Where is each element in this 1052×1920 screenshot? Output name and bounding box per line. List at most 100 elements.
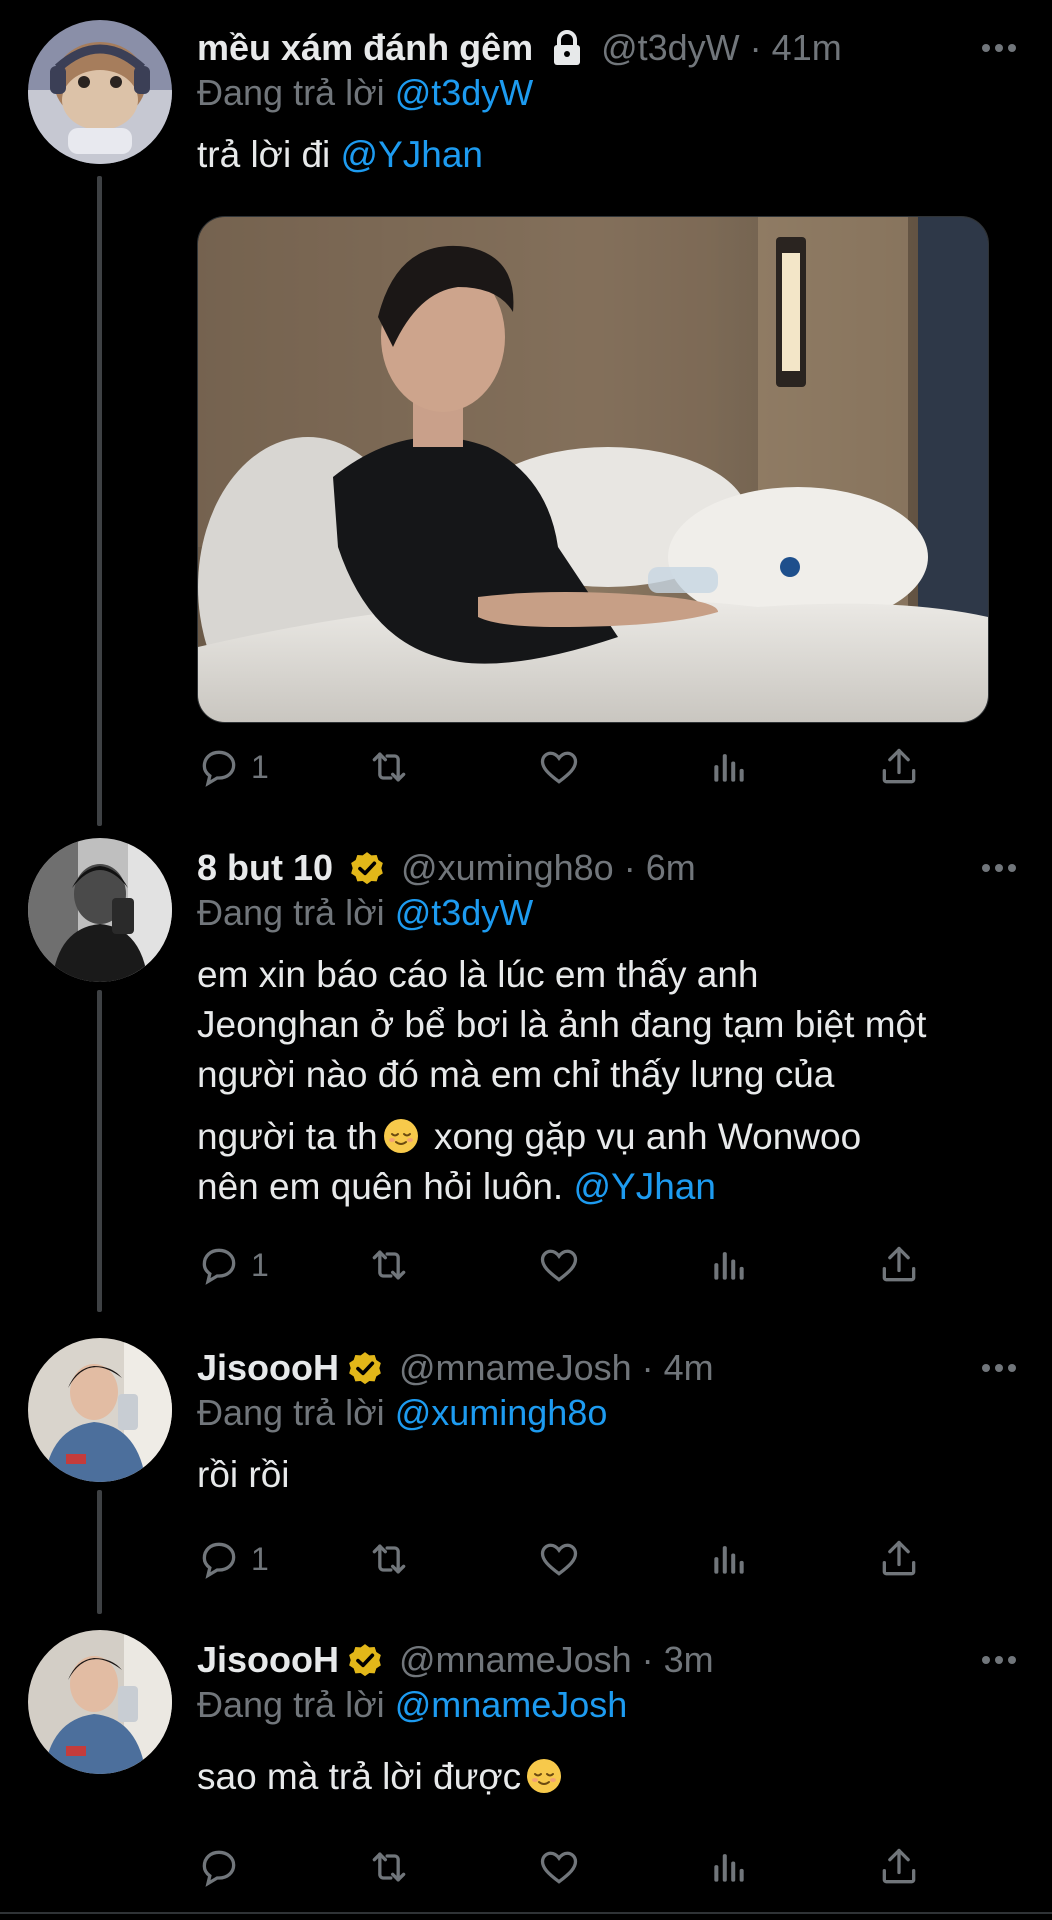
views-button[interactable]: [707, 742, 751, 792]
reply-button[interactable]: [197, 1842, 251, 1892]
avatar[interactable]: [28, 1338, 172, 1482]
user-handle[interactable]: @xumingh8o: [401, 844, 614, 892]
tweet[interactable]: mều xám đánh gêm @t3dyW · 41m Đang trả l…: [0, 0, 1052, 820]
retweet-button[interactable]: [367, 742, 411, 792]
reply-button[interactable]: 1: [197, 742, 269, 792]
tweet-actions: 1: [197, 1240, 927, 1290]
avatar[interactable]: [28, 1630, 172, 1774]
tweet-text: rồi rồi: [197, 1450, 1022, 1500]
tweet-text-segment: nên em quên hỏi luôn.: [197, 1166, 564, 1207]
retweet-icon: [372, 1544, 406, 1574]
verified-gold-icon: [347, 848, 387, 888]
like-button[interactable]: [537, 1240, 581, 1290]
replying-to: Đang trả lời @t3dyW: [197, 70, 1022, 116]
tweet-text-content: sao mà trả lời được: [197, 1756, 522, 1797]
replying-to-label: Đang trả lời: [197, 72, 385, 113]
timestamp[interactable]: 6m: [646, 844, 696, 892]
tweet[interactable]: JisoooH @mnameJosh · 3m Đang trả lời @mn…: [0, 1612, 1052, 1920]
separator: ·: [749, 27, 762, 68]
replying-to-label: Đang trả lời: [197, 892, 385, 933]
more-options-icon[interactable]: [976, 1636, 1022, 1684]
views-button[interactable]: [707, 1842, 751, 1892]
display-name[interactable]: 8 but 10: [197, 844, 333, 892]
tweet-header: JisoooH @mnameJosh · 3m: [197, 1636, 1022, 1684]
like-button[interactable]: [537, 1842, 581, 1892]
divider: [0, 1912, 1052, 1914]
tweet-photo[interactable]: [197, 216, 989, 723]
like-icon: [540, 1249, 578, 1282]
lock-icon: [547, 28, 587, 68]
views-icon: [714, 1252, 744, 1280]
tweet-text-segment: người ta th: [197, 1116, 378, 1157]
timestamp[interactable]: 41m: [772, 24, 842, 72]
like-icon: [540, 1543, 578, 1576]
share-icon: [882, 1246, 916, 1282]
verified-gold-icon: [345, 1640, 385, 1680]
user-handle[interactable]: @mnameJosh: [399, 1636, 632, 1684]
replying-to-label: Đang trả lời: [197, 1684, 385, 1725]
replying-to-mention[interactable]: @xumingh8o: [395, 1392, 608, 1433]
views-icon: [714, 1854, 744, 1882]
tweet-actions: [197, 1842, 927, 1892]
reply-button[interactable]: 1: [197, 1240, 269, 1290]
replying-to-label: Đang trả lời: [197, 1392, 385, 1433]
relieved-face-emoji-icon: [382, 1117, 420, 1155]
retweet-icon: [372, 752, 406, 782]
relieved-face-emoji-icon: [525, 1757, 563, 1795]
reply-icon: [202, 1248, 236, 1285]
user-handle[interactable]: @t3dyW: [601, 24, 740, 72]
like-icon: [540, 751, 578, 784]
replying-to-mention[interactable]: @t3dyW: [395, 892, 534, 933]
display-name[interactable]: mều xám đánh gêm: [197, 24, 533, 72]
share-button[interactable]: [877, 1842, 921, 1892]
share-button[interactable]: [877, 1534, 921, 1584]
verified-gold-icon: [345, 1348, 385, 1388]
share-icon: [882, 1540, 916, 1576]
replying-to: Đang trả lời @mnameJosh: [197, 1682, 1022, 1728]
views-icon: [714, 754, 744, 782]
tweet-header: JisoooH @mnameJosh · 4m: [197, 1344, 1022, 1392]
share-button[interactable]: [877, 1240, 921, 1290]
reply-icon: [202, 1542, 236, 1579]
display-name[interactable]: JisoooH: [197, 1636, 339, 1684]
more-options-icon[interactable]: [976, 844, 1022, 892]
like-button[interactable]: [537, 742, 581, 792]
reply-icon: [202, 750, 236, 787]
retweet-icon: [372, 1852, 406, 1882]
separator: ·: [623, 847, 636, 888]
tweet-text-content: trả lời đi: [197, 134, 331, 175]
tweet-text-line: Jeonghan ở bể bơi là ảnh đang tạm biệt m…: [197, 1004, 927, 1045]
retweet-button[interactable]: [367, 1534, 411, 1584]
tweet-actions: 1: [197, 742, 927, 792]
replying-to-mention[interactable]: @mnameJosh: [395, 1684, 628, 1725]
mention-link[interactable]: @YJhan: [573, 1166, 715, 1207]
reply-button[interactable]: 1: [197, 1534, 269, 1584]
retweet-button[interactable]: [367, 1842, 411, 1892]
reply-count: 1: [251, 1246, 269, 1283]
replying-to: Đang trả lời @t3dyW: [197, 890, 1022, 936]
tweet[interactable]: JisoooH @mnameJosh · 4m Đang trả lời @xu…: [0, 1320, 1052, 1620]
replying-to-mention[interactable]: @t3dyW: [395, 72, 534, 113]
timestamp[interactable]: 4m: [664, 1344, 714, 1392]
tweet[interactable]: 8 but 10 @xumingh8o · 6m Đang trả lời @t…: [0, 820, 1052, 1320]
share-icon: [882, 1848, 916, 1884]
retweet-button[interactable]: [367, 1240, 411, 1290]
tweet-header: 8 but 10 @xumingh8o · 6m: [197, 844, 1022, 892]
views-button[interactable]: [707, 1534, 751, 1584]
display-name[interactable]: JisoooH: [197, 1344, 339, 1392]
timestamp[interactable]: 3m: [664, 1636, 714, 1684]
like-button[interactable]: [537, 1534, 581, 1584]
separator: ·: [641, 1639, 654, 1680]
reply-count: 1: [251, 748, 269, 785]
more-options-icon[interactable]: [976, 1344, 1022, 1392]
tweet-header: mều xám đánh gêm @t3dyW · 41m: [197, 24, 1022, 72]
mention-link[interactable]: @YJhan: [341, 134, 483, 175]
more-options-icon[interactable]: [976, 24, 1022, 72]
views-button[interactable]: [707, 1240, 751, 1290]
avatar[interactable]: [28, 838, 172, 982]
share-button[interactable]: [877, 742, 921, 792]
user-handle[interactable]: @mnameJosh: [399, 1344, 632, 1392]
reply-count: 1: [251, 1540, 269, 1577]
avatar[interactable]: [28, 20, 172, 164]
views-icon: [714, 1546, 744, 1574]
